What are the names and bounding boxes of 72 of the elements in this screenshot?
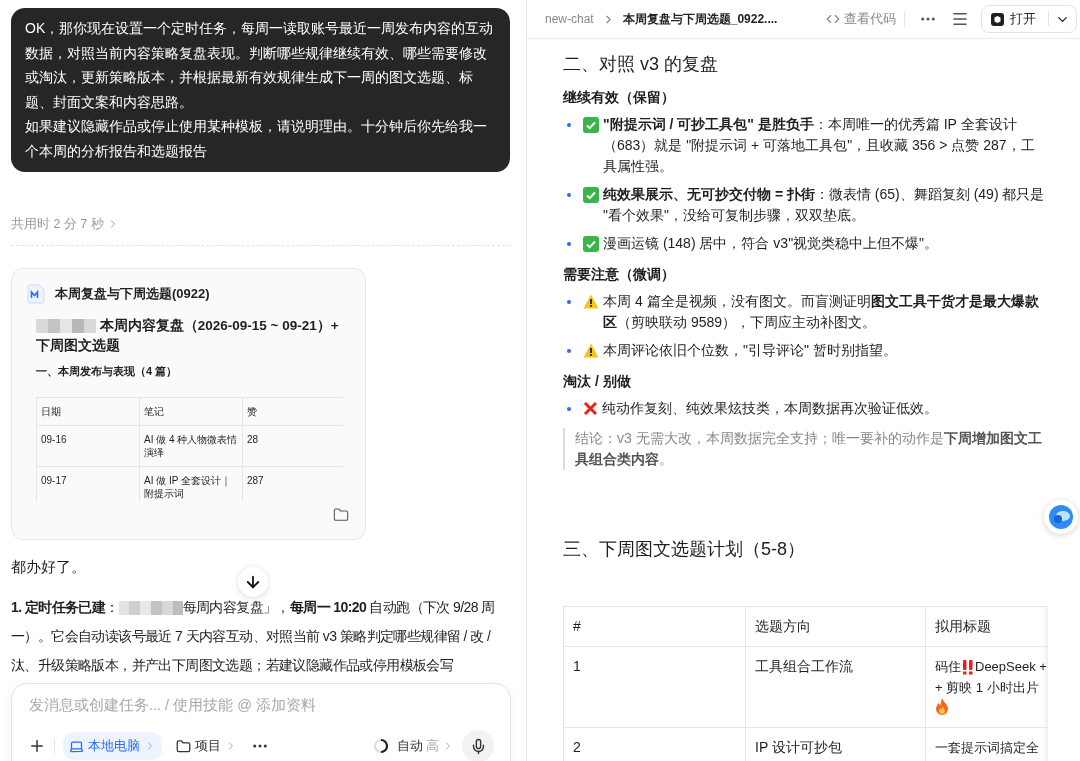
scroll-down-button[interactable] xyxy=(238,567,268,597)
folder-icon xyxy=(176,738,191,754)
fire-icon xyxy=(935,698,949,715)
title-text: DeepSeek + xyxy=(975,658,1047,676)
message-input[interactable]: 发消息或创建任务... / 使用技能 @ 添加资料 xyxy=(28,697,494,713)
subsection-heading: 继续有效（保留） xyxy=(563,88,676,107)
table-header-cell: # xyxy=(563,606,746,647)
loading-ring-icon xyxy=(373,738,389,754)
cross-icon xyxy=(583,401,598,416)
bullet-text: 本周评论依旧个位数，"引导评论" 暂时别指望。 xyxy=(603,341,897,360)
app-icon xyxy=(991,12,1004,26)
bullet-text: 本周 4 篇全是视频，没有图文。而盲测证明图文工具干货才是最大爆款区（剪映联动 9589），下周应主动补图文。 xyxy=(603,292,1040,332)
arrow-down-icon xyxy=(244,573,262,591)
assistant-button[interactable] xyxy=(1044,500,1078,534)
device-selector[interactable]: 本地电脑 xyxy=(63,732,162,760)
menu-icon[interactable] xyxy=(951,10,969,28)
bullet-dot xyxy=(567,242,571,246)
subsection-heading: 需要注意（微调） xyxy=(563,265,676,284)
title-text: + 剪映 1 小时出片 xyxy=(935,679,1039,697)
conclusion-quote: 结论：v3 无需大改，本周数据完全支持；唯一要补的动作是下周增加图文工具组合类内容。 xyxy=(563,428,1048,470)
bullet-text: "附提示词 / 可抄工具包" 是胜负手：本周唯一的优秀篇 IP 全套设计（683）就是 "附提示词 + 可落地工具包"，且收藏 356 > 点赞 287，工具属性强。 xyxy=(603,115,1036,176)
project-selector[interactable]: 项目 xyxy=(170,732,243,760)
folder-icon[interactable] xyxy=(333,506,349,523)
section-heading: 二、对照 v3 的复盘 xyxy=(563,53,719,76)
check-icon xyxy=(583,236,599,252)
bullet-dot xyxy=(567,407,571,411)
table-cell: 09-17 xyxy=(36,466,140,501)
table-cell: 09-16 xyxy=(36,425,140,467)
code-icon xyxy=(826,12,840,26)
bullet-text: 漫画运镜 (148) 居中，符合 v3"视觉类稳中上但不爆"。 xyxy=(603,234,939,253)
plus-icon[interactable] xyxy=(28,737,46,755)
breadcrumb-item[interactable]: new-chat xyxy=(545,12,594,26)
double-exclamation-icon xyxy=(961,658,975,675)
table-header-cell: 拟用标题 xyxy=(925,606,1048,647)
microphone-button[interactable] xyxy=(462,730,494,761)
table-cell: AI 做 4 种人物微表情演绎 xyxy=(139,425,243,467)
reply-text: 都办好了。 xyxy=(11,557,86,577)
bullet-text: 纯效果展示、无可抄交付物 = 扑街：微表情 (65)、舞蹈复刻 (49) 都只是 "看个效果"，没给可复制步骤，双双垫底。 xyxy=(603,185,1046,225)
task-paragraph: 1. 定时任务已建： 每周内容复盘」，每周一 10:20 自动跑（下次 9/28 周一）。它会自动读该号最近 7 天内容互动、对照当前 v3 策略判定哪些规律留 / 改 / 汰、升级策略版本，并产出下周图文选题；若建议隐藏作品或停用模板会写 xyxy=(11,597,496,675)
mode-selector[interactable]: 自动 高 xyxy=(397,737,454,755)
bullet-dot xyxy=(567,300,571,304)
table-header-cell: 日期 xyxy=(36,397,140,426)
warning-icon xyxy=(583,294,599,309)
file-name: 本周复盘与下周选题(0922) xyxy=(55,284,210,303)
table-cell: 工具组合工作流 xyxy=(745,646,926,728)
warning-icon xyxy=(583,343,599,358)
title-text: 码住 xyxy=(935,658,961,676)
table-cell: 2 xyxy=(563,727,746,761)
check-icon xyxy=(583,187,599,203)
bullet-text: 纯动作复刻、纯效果炫技类，本周数据再次验证低效。 xyxy=(602,399,938,418)
open-button[interactable]: 打开 xyxy=(981,5,1077,33)
markdown-file-icon xyxy=(27,283,45,304)
table-header-cell: 选题方向 xyxy=(745,606,926,647)
check-icon xyxy=(583,117,599,133)
breadcrumb-item[interactable]: 本周复盘与下周选题_0922.... xyxy=(622,10,778,28)
bullet-dot xyxy=(567,349,571,353)
table-cell: 1 xyxy=(563,646,746,728)
message-text: 如果建议隐藏作品或停止使用某种模板，请说明理由。十分钟后你先给我一个本周的分析报告和选题报告 xyxy=(25,117,488,161)
message-text: OK，那你现在设置一个定时任务，每周一读取账号最近一周发布内容的互动数据，对照当前内容策略复盘表现。判断哪些规律继续有效、哪些需要修改或淘汰，更新策略版本，并根据最新有效规律生成下一周的图文选题、标题、封面文案和内容思路。 xyxy=(25,19,495,112)
section-heading: 三、下周图文选题计划（5-8） xyxy=(563,538,806,561)
bullet-dot xyxy=(567,193,571,197)
subsection-heading: 淘汰 / 别做 xyxy=(563,372,632,391)
section-heading: 一、本周发布与表现（4 篇） xyxy=(36,363,179,379)
view-code-button[interactable]: 查看代码 xyxy=(826,10,896,28)
laptop-icon xyxy=(69,738,84,754)
bullet-dot xyxy=(567,123,571,127)
table-header-cell: 笔记 xyxy=(139,397,243,426)
assistant-logo-icon xyxy=(1048,504,1074,530)
table-header-cell: 赞 xyxy=(242,397,343,426)
document-title: 本周内容复盘（2026-09-15 ~ 09-21）+ 下周图文选题 xyxy=(36,317,339,353)
title-text: 一套提示词搞定全 xyxy=(935,739,1039,757)
file-card[interactable]: 本周复盘与下周选题(0922) 本周内容复盘（2026-09-15 ~ 09-21）+ 下周图文选题 一、本周发布与表现（4 篇） 日期 笔记 赞 09-16 AI 做 4 种人物微表情演绎 28 09-17 AI 做 IP 全套设计｜附提示词 287 xyxy=(11,267,366,540)
